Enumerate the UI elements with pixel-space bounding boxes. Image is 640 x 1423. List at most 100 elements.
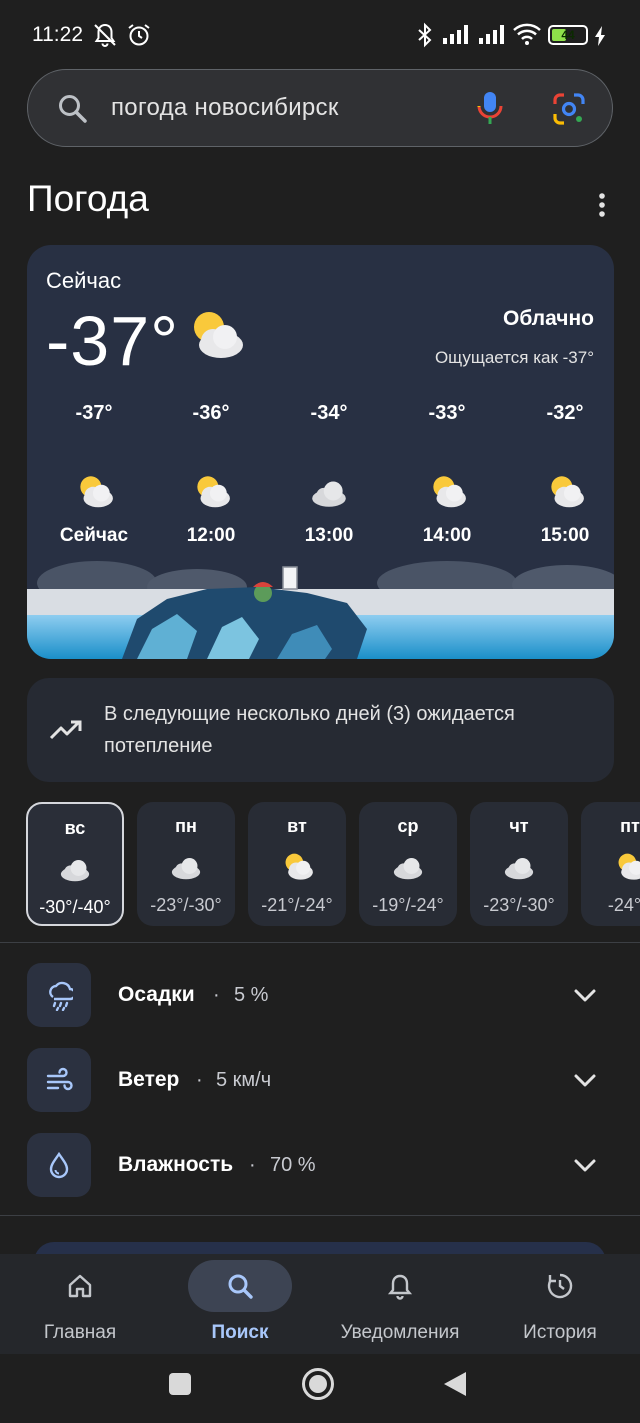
hourly-temperature: -32°: [546, 402, 584, 424]
notifications-off-icon: [94, 23, 116, 47]
hourly-item: -33° 14:00: [397, 402, 497, 547]
day-temperature-range: -19°/-24°: [372, 895, 444, 915]
cloudy-icon: [312, 481, 346, 507]
day-temperature-range: -23°/-30°: [483, 895, 555, 915]
wifi-icon: [513, 23, 541, 45]
battery-level: 44: [561, 28, 575, 42]
partly-cloudy-icon: [194, 312, 243, 358]
day-name: пт: [620, 816, 640, 836]
nav-label: Уведомления: [340, 1322, 460, 1343]
nav-label: Поиск: [211, 1322, 269, 1343]
chevron-down-icon[interactable]: [572, 1155, 598, 1175]
detail-icon-box: [27, 1048, 91, 1112]
separator-dot: ·: [213, 984, 220, 1006]
home-system-button[interactable]: [300, 1366, 336, 1402]
day-tab-2[interactable]: вт -21°/-24°: [248, 802, 346, 926]
cloudy-icon: [171, 858, 201, 880]
day-tab-1[interactable]: пн -23°/-30°: [137, 802, 235, 926]
hourly-item: -34° 13:00: [279, 402, 379, 547]
hourly-item: -32° 15:00: [515, 402, 614, 547]
weather-condition: Облачно: [503, 307, 594, 330]
detail-row-1[interactable]: Ветер · 5 км/ч: [0, 1048, 640, 1114]
partly-cloudy-icon: [551, 476, 584, 508]
day-tab-5[interactable]: пт -24°/-: [581, 802, 640, 926]
daily-forecast: вс -30°/-40° пн -23°/-30° вт -21°/-24° ср -19°/…: [0, 802, 640, 926]
hourly-time: 14:00: [422, 525, 472, 546]
back-button[interactable]: [442, 1370, 468, 1398]
mic-icon[interactable]: [476, 90, 504, 128]
current-weather-card[interactable]: Сейчас -37° Облачно Ощущается как -37° -…: [27, 245, 614, 659]
bottom-navigation: Главная Поиск Уведомления История: [0, 1254, 640, 1354]
day-temperature-range: -23°/-30°: [150, 895, 222, 915]
nav-bell[interactable]: Уведомления: [320, 1254, 480, 1354]
signal-icon: [479, 25, 504, 44]
search-icon: [228, 1274, 253, 1299]
search-bar[interactable]: погода новосибирск: [27, 69, 613, 147]
separator-dot: ·: [196, 1069, 203, 1091]
day-name: вс: [64, 818, 86, 838]
detail-value: 5 км/ч: [216, 1069, 272, 1091]
lens-icon[interactable]: [552, 92, 586, 126]
search-input[interactable]: погода новосибирск: [111, 94, 339, 122]
cloudy-icon: [393, 858, 423, 880]
status-time: 11:22: [32, 23, 83, 46]
chevron-down-icon[interactable]: [572, 985, 598, 1005]
hourly-time: 13:00: [304, 525, 354, 546]
trending-up-icon: [49, 720, 82, 740]
hourly-time: 12:00: [186, 525, 236, 546]
day-temperature-range: -24°/-: [607, 895, 640, 915]
hourly-item: -36° 12:00: [161, 402, 261, 547]
detail-label: Ветер: [118, 1068, 180, 1091]
detail-label: Влажность: [118, 1153, 234, 1176]
detail-row-0[interactable]: Осадки · 5 %: [0, 963, 640, 1029]
more-options-icon[interactable]: [588, 190, 616, 220]
search-icon[interactable]: [56, 92, 90, 126]
charging-icon: [595, 26, 605, 46]
day-tab-0[interactable]: вс -30°/-40°: [26, 802, 124, 926]
precipitation-icon: [49, 981, 73, 1011]
hourly-time: Сейчас: [59, 525, 129, 546]
trend-text: В следующие несколько дней (3) ожидается…: [104, 703, 515, 757]
chevron-down-icon[interactable]: [572, 1070, 598, 1090]
detail-row-2[interactable]: Влажность · 70 %: [0, 1133, 640, 1199]
nav-search[interactable]: Поиск: [160, 1254, 320, 1354]
day-temperature-range: -21°/-24°: [261, 895, 333, 915]
day-name: чт: [509, 816, 529, 836]
hourly-temperature: -37°: [75, 402, 113, 424]
detail-icon-box: [27, 963, 91, 1027]
battery-indicator: 44: [548, 25, 588, 45]
nav-home[interactable]: Главная: [0, 1254, 160, 1354]
nav-label: Главная: [43, 1322, 117, 1343]
partly-cloudy-icon: [433, 476, 466, 508]
day-name: вт: [287, 816, 307, 836]
nav-history[interactable]: История: [480, 1254, 640, 1354]
home-icon: [68, 1274, 92, 1298]
recent-apps-button[interactable]: [168, 1372, 192, 1396]
status-bar: 11:22 44: [0, 0, 640, 70]
partly-cloudy-icon: [285, 853, 313, 880]
day-tab-3[interactable]: ср -19°/-24°: [359, 802, 457, 926]
alarm-icon: [128, 24, 150, 46]
system-navigation-bar: [0, 1354, 640, 1423]
divider: [0, 942, 640, 943]
divider: [0, 1215, 640, 1216]
detail-label: Осадки: [118, 983, 195, 1006]
detail-value: 5 %: [234, 984, 269, 1006]
hourly-temperature: -33°: [428, 402, 466, 424]
separator-dot: ·: [249, 1154, 256, 1176]
bell-icon: [387, 1274, 413, 1300]
day-tab-4[interactable]: чт -23°/-30°: [470, 802, 568, 926]
humidity-icon: [49, 1151, 69, 1179]
nav-label: История: [523, 1322, 597, 1343]
weather-illustration: [27, 561, 614, 659]
detail-icon-box: [27, 1133, 91, 1197]
day-temperature-range: -30°/-40°: [39, 897, 111, 917]
trend-card[interactable]: В следующие несколько дней (3) ожидается…: [27, 678, 614, 782]
hourly-temperature: -36°: [192, 402, 230, 424]
day-name: ср: [397, 816, 419, 836]
current-temperature: -37°: [46, 302, 180, 380]
partly-cloudy-icon: [197, 476, 230, 508]
hourly-item: -37° Сейчас: [44, 402, 144, 547]
hourly-time: 15:00: [540, 525, 590, 546]
wind-icon: [46, 1067, 73, 1091]
